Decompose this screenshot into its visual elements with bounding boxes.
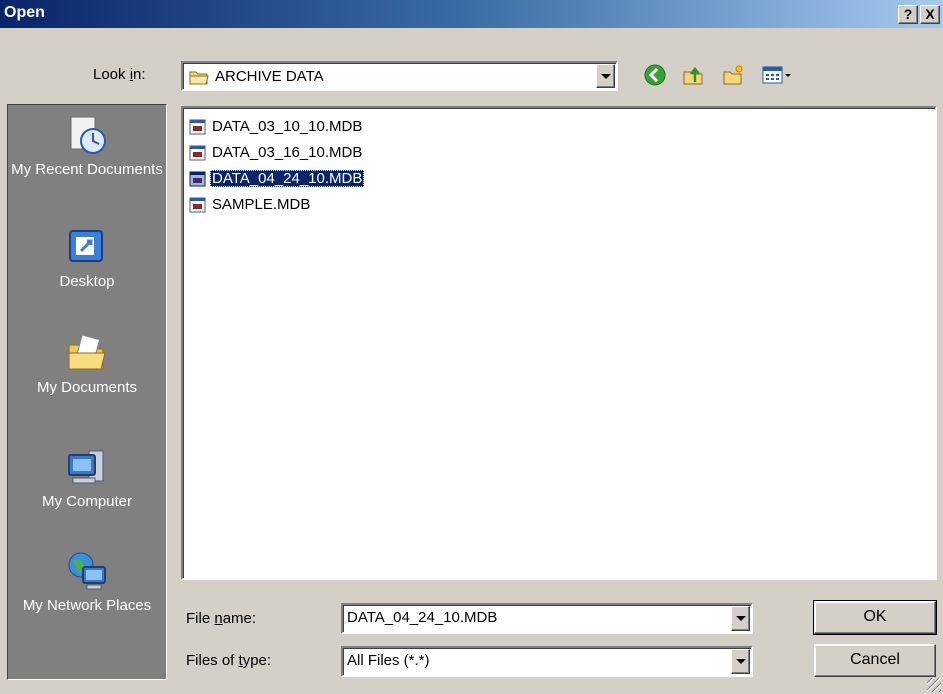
filename-input[interactable]: DATA_04_24_10.MDB bbox=[341, 603, 753, 634]
my-computer-icon bbox=[68, 450, 104, 484]
filename-dropdown-arrow[interactable] bbox=[731, 606, 750, 631]
lookin-dropdown-arrow[interactable] bbox=[596, 64, 615, 88]
place-my-documents[interactable]: My Documents bbox=[8, 331, 166, 397]
file-item[interactable]: DATA_03_16_10.MDB bbox=[189, 142, 364, 163]
close-button[interactable]: X bbox=[920, 5, 940, 24]
database-file-icon bbox=[189, 145, 206, 160]
ok-button[interactable]: OK bbox=[813, 600, 937, 635]
database-file-icon bbox=[189, 197, 206, 212]
place-label: My Recent Documents bbox=[11, 161, 163, 178]
view-menu-icon[interactable] bbox=[762, 64, 794, 86]
new-folder-icon[interactable] bbox=[722, 64, 744, 86]
filetype-value: All Files (*.*) bbox=[347, 652, 430, 669]
place-label: My Computer bbox=[41, 493, 133, 510]
database-file-icon bbox=[189, 171, 206, 186]
lookin-label: Look in: bbox=[93, 66, 146, 83]
file-list[interactable]: DATA_03_10_10.MDB DATA_03_16_10.MDB DATA… bbox=[181, 106, 937, 580]
place-label: My Documents bbox=[36, 379, 138, 396]
file-item-selected[interactable]: DATA_04_24_10.MDB bbox=[189, 168, 365, 189]
place-my-recent-documents[interactable]: My Recent Documents bbox=[8, 113, 166, 179]
back-icon[interactable] bbox=[644, 64, 666, 86]
place-label: Desktop bbox=[59, 273, 115, 290]
window-title: Open bbox=[4, 4, 45, 21]
filetype-label: Files of type: bbox=[186, 652, 272, 669]
title-bar: Open ? X bbox=[0, 0, 943, 28]
help-button[interactable]: ? bbox=[898, 5, 918, 24]
lookin-dropdown[interactable]: ARCHIVE DATA bbox=[181, 61, 618, 91]
place-my-computer[interactable]: My Computer bbox=[8, 445, 166, 511]
my-documents-icon bbox=[68, 334, 106, 370]
filename-label: File name: bbox=[186, 610, 257, 627]
places-bar: My Recent Documents Desktop My Documents… bbox=[7, 104, 167, 680]
filetype-dropdown[interactable]: All Files (*.*) bbox=[341, 646, 753, 677]
file-item[interactable]: DATA_03_10_10.MDB bbox=[189, 116, 364, 137]
recent-documents-icon bbox=[70, 116, 106, 154]
lookin-value: ARCHIVE DATA bbox=[215, 68, 324, 85]
up-folder-icon[interactable] bbox=[682, 64, 704, 86]
folder-icon bbox=[189, 71, 209, 84]
file-item[interactable]: SAMPLE.MDB bbox=[189, 194, 312, 215]
database-file-icon bbox=[189, 119, 206, 134]
cancel-button[interactable]: Cancel bbox=[814, 644, 936, 677]
place-label: My Network Places bbox=[22, 597, 152, 614]
place-desktop[interactable]: Desktop bbox=[8, 225, 166, 291]
desktop-icon bbox=[69, 230, 103, 262]
place-my-network-places[interactable]: My Network Places bbox=[8, 549, 166, 615]
network-places-icon bbox=[68, 552, 106, 590]
filetype-dropdown-arrow[interactable] bbox=[731, 649, 750, 674]
filename-value: DATA_04_24_10.MDB bbox=[347, 609, 498, 626]
resize-grip[interactable] bbox=[927, 678, 941, 692]
